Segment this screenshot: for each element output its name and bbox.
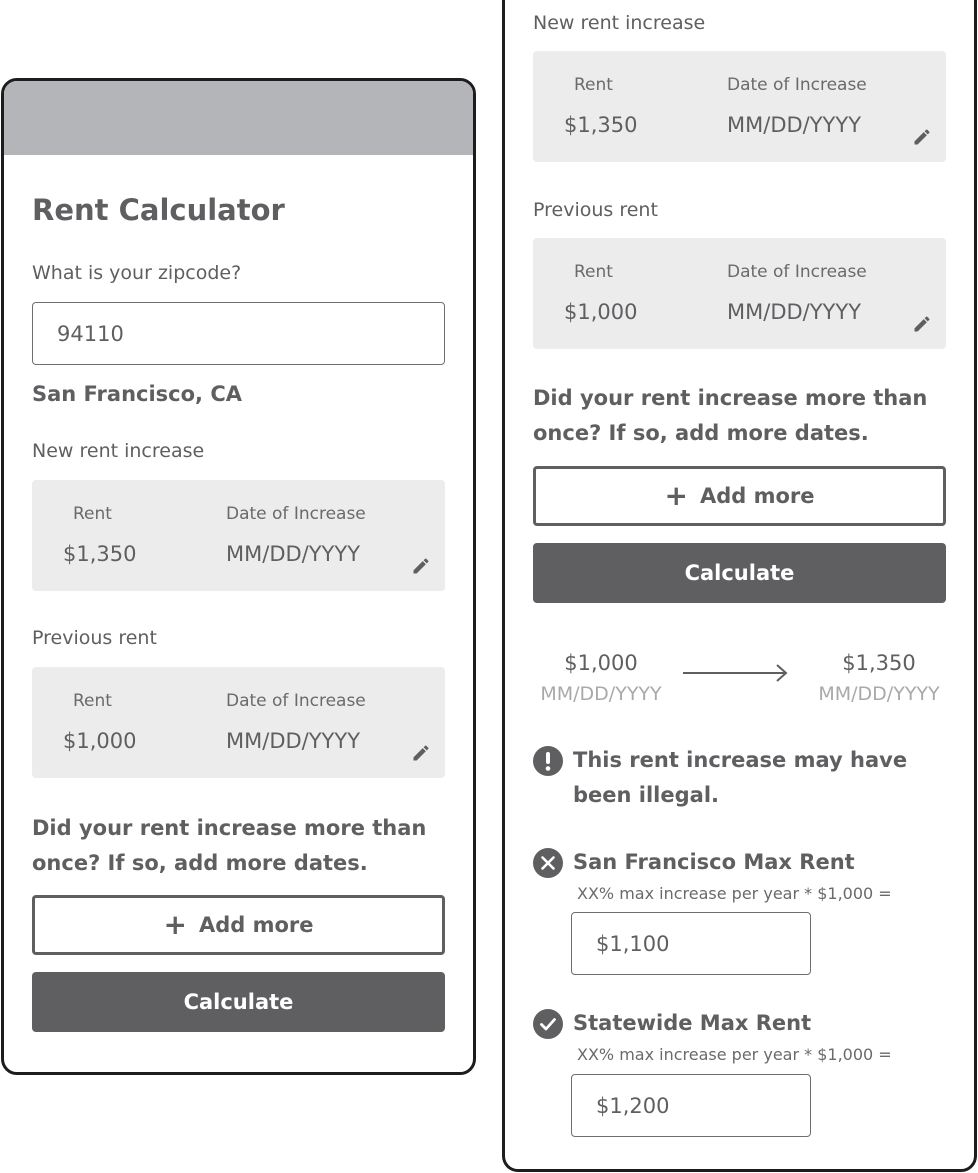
- rent-value: $1,350: [564, 113, 638, 137]
- previous-rent-section-label: Previous rent: [32, 627, 157, 649]
- sf-max-rent-value: $1,100: [596, 931, 670, 956]
- zipcode-label: What is your zipcode?: [32, 262, 242, 284]
- to-rent: $1,350 MM/DD/YYYY: [811, 651, 947, 705]
- statewide-max-rent-value-box: $1,200: [571, 1074, 811, 1137]
- calculate-button[interactable]: Calculate: [32, 972, 445, 1032]
- zipcode-value: 94110: [57, 321, 124, 346]
- date-label: Date of Increase: [727, 262, 867, 282]
- warning-message: This rent increase may have been illegal…: [573, 748, 908, 807]
- new-rent-card[interactable]: Rent $1,350 Date of Increase MM/DD/YYYY: [533, 51, 946, 162]
- more-dates-prompt: Did your rent increase more than once? I…: [533, 386, 928, 445]
- date-label: Date of Increase: [226, 691, 366, 711]
- new-rent-section-label: New rent increase: [32, 440, 205, 462]
- from-date: MM/DD/YYYY: [540, 683, 662, 705]
- sf-max-rent-title: San Francisco Max Rent: [573, 850, 855, 874]
- zipcode-input[interactable]: 94110: [32, 302, 445, 365]
- rent-label: Rent: [574, 262, 613, 282]
- pencil-icon[interactable]: [912, 314, 932, 334]
- rent-calculator-screen: Rent Calculator What is your zipcode? 94…: [1, 78, 476, 1075]
- date-value: MM/DD/YYYY: [226, 729, 361, 753]
- new-rent-section-label: New rent increase: [533, 12, 706, 34]
- sf-max-rent-value-box: $1,100: [571, 912, 811, 975]
- calculate-label: Calculate: [684, 561, 795, 585]
- add-more-button[interactable]: + Add more: [533, 466, 946, 526]
- check-circle-icon: [533, 1009, 563, 1039]
- rent-value: $1,000: [564, 300, 638, 324]
- more-dates-prompt: Did your rent increase more than once? I…: [32, 816, 427, 875]
- plus-icon: +: [163, 908, 187, 941]
- from-value: $1,000: [564, 651, 638, 675]
- add-more-label: Add more: [699, 484, 815, 508]
- add-more-button[interactable]: + Add more: [32, 895, 445, 955]
- calculate-label: Calculate: [183, 990, 294, 1014]
- rent-label: Rent: [574, 75, 613, 95]
- previous-rent-card[interactable]: Rent $1,000 Date of Increase MM/DD/YYYY: [533, 238, 946, 349]
- rent-label: Rent: [73, 691, 112, 711]
- date-value: MM/DD/YYYY: [727, 300, 862, 324]
- rent-result-screen: New rent increase Rent $1,350 Date of In…: [502, 0, 977, 1172]
- sf-max-rent-formula: XX% max increase per year * $1,000 =: [577, 884, 892, 903]
- arrow-right-icon: [683, 664, 788, 682]
- page-title: Rent Calculator: [32, 193, 285, 227]
- rent-label: Rent: [73, 504, 112, 524]
- previous-rent-card[interactable]: Rent $1,000 Date of Increase MM/DD/YYYY: [32, 667, 445, 778]
- date-value: MM/DD/YYYY: [226, 542, 361, 566]
- exclamation-icon: [533, 746, 563, 776]
- new-rent-card[interactable]: Rent $1,350 Date of Increase MM/DD/YYYY: [32, 480, 445, 591]
- statewide-max-rent-title: Statewide Max Rent: [573, 1011, 812, 1035]
- from-rent: $1,000 MM/DD/YYYY: [533, 651, 669, 705]
- rent-value: $1,000: [63, 729, 137, 753]
- rent-value: $1,350: [63, 542, 137, 566]
- date-label: Date of Increase: [226, 504, 366, 524]
- pencil-icon[interactable]: [411, 556, 431, 576]
- pencil-icon[interactable]: [912, 127, 932, 147]
- to-value: $1,350: [842, 651, 916, 675]
- location-label: San Francisco, CA: [32, 382, 243, 406]
- previous-rent-section-label: Previous rent: [533, 199, 658, 221]
- statewide-max-rent-formula: XX% max increase per year * $1,000 =: [577, 1045, 892, 1064]
- plus-icon: +: [664, 479, 688, 512]
- header-bar: [4, 81, 473, 155]
- x-circle-icon: [533, 848, 563, 878]
- pencil-icon[interactable]: [411, 743, 431, 763]
- date-value: MM/DD/YYYY: [727, 113, 862, 137]
- add-more-label: Add more: [198, 913, 314, 937]
- calculate-button[interactable]: Calculate: [533, 543, 946, 603]
- date-label: Date of Increase: [727, 75, 867, 95]
- statewide-max-rent-value: $1,200: [596, 1093, 670, 1118]
- to-date: MM/DD/YYYY: [818, 683, 940, 705]
